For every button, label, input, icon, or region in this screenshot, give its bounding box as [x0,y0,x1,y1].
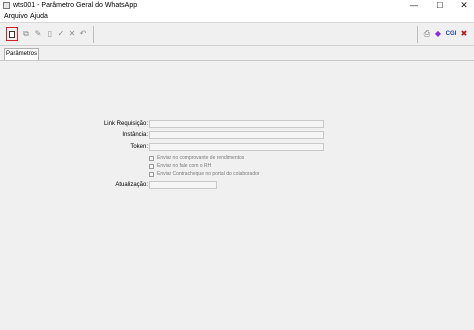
app-icon [3,2,10,9]
maximize-button[interactable]: ☐ [428,0,452,12]
atualizacao-label: Atualização: [115,182,148,188]
title-bar: wts001 - Parâmetro Geral do WhatsApp — ☐… [0,0,474,12]
close-icon[interactable]: ✖ [459,29,469,39]
new-document-icon [9,30,15,38]
new-document-button[interactable] [6,27,18,41]
checkbox-fale-com-rh-label: Enviar no fale com o RH [157,163,212,169]
tab-strip: Parâmetros [0,46,474,60]
instancia-input[interactable] [149,131,324,139]
window-title: wts001 - Parâmetro Geral do WhatsApp [13,2,138,9]
printer-icon[interactable]: ⎙ [422,29,432,39]
checkbox-comprovante-rendimentos[interactable] [149,156,154,161]
edit-icon[interactable]: ✎ [33,29,43,39]
checkbox-contracheque-portal-label: Enviar Contracheque no portal do colabor… [157,171,260,177]
checkbox-contracheque-portal[interactable] [149,172,154,177]
token-label: Token: [130,144,148,150]
tab-parametros[interactable]: Parâmetros [4,48,39,60]
link-requisicao-label: Link Requisição: [103,121,148,127]
link-requisicao-input[interactable] [149,120,324,128]
cancel-icon[interactable]: ✕ [67,29,77,39]
copy-icon[interactable]: ⧉ [21,29,31,39]
menu-bar: Arquivo Ajuda [0,12,474,22]
checkbox-comprovante-rendimentos-label: Enviar no comprovante de rendimentos [157,155,245,161]
token-input[interactable] [149,143,324,151]
delete-icon[interactable]: ▯ [45,29,55,39]
toolbar: ⧉ ✎ ▯ ✓ ✕ ↶ ⎙ ◆ CGI ✖ [0,22,474,46]
toolbar-separator [417,26,418,43]
undo-icon[interactable]: ↶ [78,29,88,39]
parametros-panel: Link Requisição: Instância: Token: Envia… [0,60,474,330]
atualizacao-input[interactable] [149,181,217,189]
menu-arquivo[interactable]: Arquivo [4,13,28,21]
confirm-icon[interactable]: ✓ [56,29,66,39]
toolbar-separator [93,26,94,43]
book-icon[interactable]: ◆ [433,29,443,39]
menu-ajuda[interactable]: Ajuda [30,13,48,21]
checkbox-fale-com-rh[interactable] [149,164,154,169]
instancia-label: Instância: [122,132,148,138]
cgi-icon[interactable]: CGI [444,29,458,39]
close-window-button[interactable]: ✕ [452,0,474,12]
minimize-button[interactable]: — [402,0,426,12]
